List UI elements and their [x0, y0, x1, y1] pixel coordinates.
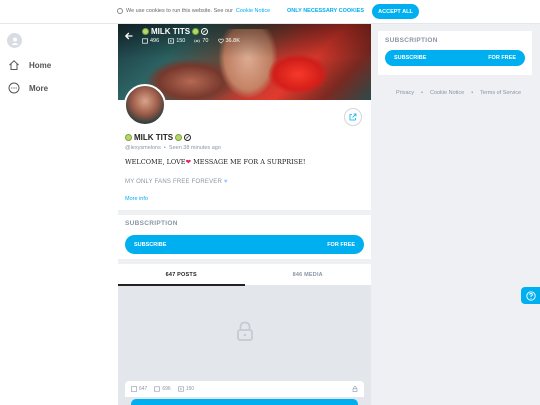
only-necessary-cookies-button[interactable]: ONLY NECESSARY COOKIES: [287, 8, 364, 14]
heart-emoji-icon: ❤: [185, 158, 192, 166]
unlock-post-button[interactable]: [131, 399, 358, 405]
stat-videos-count: 150: [176, 38, 186, 44]
melon-icon: [125, 134, 132, 141]
nav-label-home: Home: [29, 60, 52, 70]
share-icon: [349, 113, 357, 121]
melon-icon: [175, 134, 183, 141]
cookie-notice-footer-link[interactable]: Cookie Notice: [430, 90, 464, 96]
subscribe-price: FOR FREE: [488, 55, 516, 61]
help-icon: [525, 290, 536, 301]
video-count: 150: [177, 386, 195, 392]
video-icon: [177, 386, 184, 392]
post-count: 647: [131, 386, 147, 392]
more-icon: [8, 82, 20, 94]
photo-count-value: 696: [162, 386, 171, 392]
user-icon: [11, 37, 18, 45]
post-icon: [131, 386, 137, 392]
profile-handle-row: @lexysmelons • Seen 38 minutes ago: [125, 145, 221, 151]
verified-icon: ✓: [184, 134, 192, 141]
privacy-link[interactable]: Privacy: [396, 90, 414, 96]
stat-photos-count: 496: [150, 38, 160, 44]
stat-videos: 150: [168, 38, 185, 44]
melon-icon: [192, 28, 200, 35]
photo-count: 696: [154, 386, 171, 392]
stat-likes: 36.8K: [217, 38, 240, 44]
video-count-value: 150: [185, 386, 195, 392]
nav-item-more[interactable]: More: [8, 82, 48, 94]
help-button[interactable]: [521, 287, 540, 304]
subscribe-button-side[interactable]: SUBSCRIBE FOR FREE: [385, 50, 525, 66]
stat-streams: 70: [194, 38, 209, 44]
bio-welcome: WELCOME, LOVE: [125, 158, 186, 166]
blue-heart-icon: ♥: [223, 179, 228, 185]
profile-handle: @lexysmelons: [125, 145, 161, 151]
cookie-text: We use cookies to run this website. See …: [126, 8, 233, 14]
profile-avatar[interactable]: [124, 84, 166, 126]
bio-line-1: WELCOME, LOVE❤ MESSAGE ME FOR A SURPRISE…: [125, 158, 305, 166]
small-lock-icon: [352, 386, 358, 392]
share-button[interactable]: [344, 108, 362, 126]
content-tabs: 647 POSTS 846 MEDIA: [118, 264, 371, 286]
stat-likes-count: 36.8K: [225, 38, 240, 44]
cover-title: MILK TITS ✓: [142, 27, 209, 36]
terms-link[interactable]: Terms of Service: [480, 90, 521, 96]
bio-free-text: MY ONLY FANS FREE FOREVER: [125, 179, 223, 185]
cover-name: MILK TITS: [151, 27, 191, 36]
profile-name: MILK TITS ✓: [125, 133, 192, 142]
back-arrow-icon[interactable]: [124, 31, 134, 41]
tab-media[interactable]: 846 MEDIA: [245, 264, 372, 285]
footer-links: Privacy • Cookie Notice • Terms of Servi…: [396, 90, 522, 96]
info-icon: [117, 8, 123, 14]
post-stats: 647 696 150: [125, 381, 364, 397]
profile-name-text: MILK TITS: [134, 133, 174, 142]
verified-icon: ✓: [201, 28, 209, 35]
subscribe-price: FOR FREE: [327, 241, 355, 248]
left-sidebar: Home More: [0, 24, 118, 405]
tab-posts[interactable]: 647 POSTS: [118, 264, 245, 286]
melon-icon: [142, 28, 149, 35]
subscription-label: SUBSCRIPTION: [125, 220, 178, 227]
cookie-message: We use cookies to run this website. See …: [117, 8, 270, 14]
stat-photos: 496: [142, 38, 159, 44]
image-icon: [142, 38, 148, 44]
video-icon: [168, 38, 175, 44]
heart-icon: [217, 38, 224, 44]
stream-icon: [194, 39, 200, 43]
divider: [118, 210, 371, 215]
home-icon: [9, 60, 19, 70]
subscription-label: SUBSCRIPTION: [385, 37, 438, 44]
lock-icon: [237, 321, 253, 341]
cookie-notice-link[interactable]: Cookie Notice: [236, 8, 270, 14]
profile-stats: 496 150 70 36.8K: [142, 38, 240, 44]
locked-post: 647 696 150: [118, 286, 371, 405]
image-icon: [154, 386, 161, 392]
subscribe-label: SUBSCRIBE: [394, 55, 427, 61]
accept-all-button[interactable]: ACCEPT ALL: [372, 4, 419, 19]
bio-line-2: MY ONLY FANS FREE FOREVER ♥: [125, 179, 228, 185]
nav-label-more: More: [29, 83, 49, 93]
cookie-banner: We use cookies to run this website. See …: [0, 0, 540, 24]
bio-message: MESSAGE ME FOR A SURPRISE!: [193, 158, 306, 166]
last-seen: Seen 38 minutes ago: [168, 145, 221, 151]
more-info-link[interactable]: More info: [125, 196, 148, 202]
user-avatar[interactable]: [7, 33, 22, 48]
stat-streams-count: 70: [202, 38, 209, 44]
subscription-card: SUBSCRIPTION SUBSCRIBE FOR FREE: [378, 31, 532, 75]
profile-column: MILK TITS ✓ 496 150 70 36.8K MILK TITS ✓…: [118, 24, 371, 405]
subscribe-button[interactable]: SUBSCRIBE FOR FREE: [125, 235, 364, 254]
post-count-value: 647: [139, 386, 148, 392]
nav-item-home[interactable]: Home: [8, 59, 51, 71]
subscribe-label: SUBSCRIBE: [134, 241, 167, 248]
